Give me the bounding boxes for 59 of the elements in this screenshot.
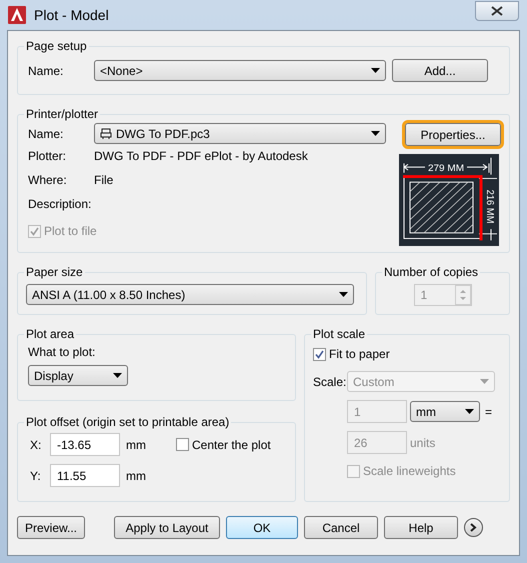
plotter-icon [100,128,112,140]
field-label: Plotter: [28,148,68,165]
width-dimension: 279 MM [428,163,464,174]
caret-icon [465,409,474,414]
dialog-button[interactable]: Add... [392,59,488,82]
group-title: Plot area [25,326,76,343]
field-label: units [410,434,436,452]
window-title: Plot - Model [34,6,110,24]
group-title: Plot scale [312,326,366,343]
dialog-button[interactable]: OK [226,516,298,539]
field-label: Where: [28,172,68,189]
close-icon [491,6,503,16]
checkmark-icon [30,226,39,236]
field-label: Name: [28,126,64,142]
caret-icon [371,131,380,136]
field-label: Scale: [313,374,347,390]
caret-icon [480,379,489,384]
dropdown[interactable]: ANSI A (11.00 x 8.50 Inches) [26,284,354,305]
checkbox-label: Fit to paper [329,346,390,363]
dropdown[interactable]: Display [28,365,128,386]
dialog-button[interactable]: Properties... [405,123,501,146]
unit-label: mm [126,436,147,454]
info-value: DWG To PDF - PDF ePlot - by Autodesk [94,148,308,165]
group-title: Page setup [25,38,88,55]
field-label: What to plot: [28,344,96,361]
checkbox-label: Scale lineweights [363,463,456,480]
group-title: Paper size [25,264,84,281]
equals-sign: = [485,404,492,420]
chevron-right-icon [470,523,477,532]
field-label: Y: [30,468,42,484]
checkbox[interactable] [176,438,189,451]
dialog-button[interactable]: Preview... [17,516,85,539]
height-dimension: 216 MM [484,190,496,224]
caret-icon [113,373,122,378]
caret-icon [371,68,380,73]
unit-label: mm [126,468,147,484]
dialog-button[interactable]: Help [384,516,458,539]
dialog-button[interactable]: Cancel [304,516,378,539]
info-value: File [94,172,114,189]
group-title: Printer/plotter [25,106,100,123]
spin-arrows-icon [454,285,470,305]
field-label: Description: [28,196,92,213]
caret-icon [339,292,348,297]
group-title: Plot offset (origin set to printable area) [25,414,230,431]
dropdown[interactable]: DWG To PDF.pc3 [94,123,386,144]
group-title: Number of copies [383,264,480,281]
dropdown[interactable]: <None> [94,60,386,81]
dialog-button[interactable]: Apply to Layout [114,516,220,539]
copies-value: 1 [420,287,428,304]
expand-button[interactable] [464,518,483,537]
checkmark-icon [315,350,324,358]
app-logo-icon [8,6,26,24]
checkbox-label: Plot to file [44,223,97,240]
checkbox-label: Center the plot [192,436,271,454]
input-field[interactable]: 11.55 [50,464,120,487]
input-field[interactable]: -13.65 [50,433,120,456]
close-button[interactable] [475,0,519,20]
field-label: X: [30,436,42,454]
field-label: Name: [28,62,64,80]
